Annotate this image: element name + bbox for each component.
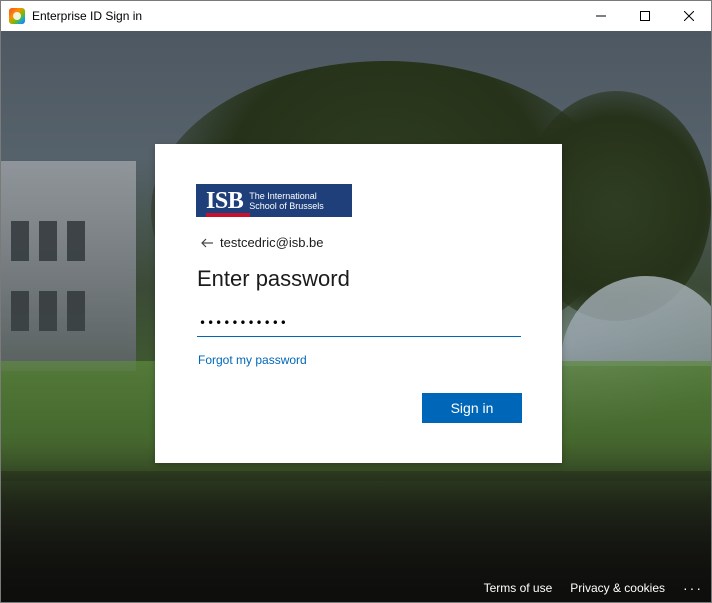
more-options-icon[interactable]: ··· [683, 580, 703, 596]
privacy-cookies-link[interactable]: Privacy & cookies [570, 581, 665, 595]
isb-logo-line2: School of Brussels [249, 200, 324, 211]
terms-of-use-link[interactable]: Terms of use [484, 581, 553, 595]
maximize-icon [640, 11, 650, 21]
enterprise-id-app-icon [9, 8, 25, 24]
account-email: testcedric@isb.be [220, 235, 324, 250]
isb-logo-text: The International School of Brussels [249, 191, 324, 211]
sign-in-card: ISB The International School of Brussels… [155, 144, 562, 463]
isb-logo-line1: The International [249, 190, 317, 201]
background-photo: ISB The International School of Brussels… [1, 31, 711, 602]
footer: Terms of use Privacy & cookies ··· [484, 574, 711, 602]
page-title: Enter password [197, 266, 350, 291]
minimize-button[interactable] [579, 1, 623, 31]
maximize-button[interactable] [623, 1, 667, 31]
close-icon [684, 11, 694, 21]
close-button[interactable] [667, 1, 711, 31]
minimize-icon [596, 15, 606, 17]
password-input[interactable] [197, 309, 521, 337]
arrow-left-icon[interactable] [200, 236, 214, 250]
sign-in-button[interactable]: Sign in [422, 393, 522, 423]
window-title: Enterprise ID Sign in [32, 9, 143, 23]
title-bar: Enterprise ID Sign in [1, 1, 711, 31]
isb-logo-mark: ISB [206, 187, 251, 217]
background-building [1, 161, 136, 371]
window-controls [579, 1, 711, 31]
isb-logo: ISB The International School of Brussels [196, 184, 352, 217]
sign-in-window: Enterprise ID Sign in ISB The Internatio… [0, 0, 712, 603]
forgot-password-link[interactable]: Forgot my password [198, 353, 307, 367]
account-row: testcedric@isb.be [200, 235, 324, 250]
